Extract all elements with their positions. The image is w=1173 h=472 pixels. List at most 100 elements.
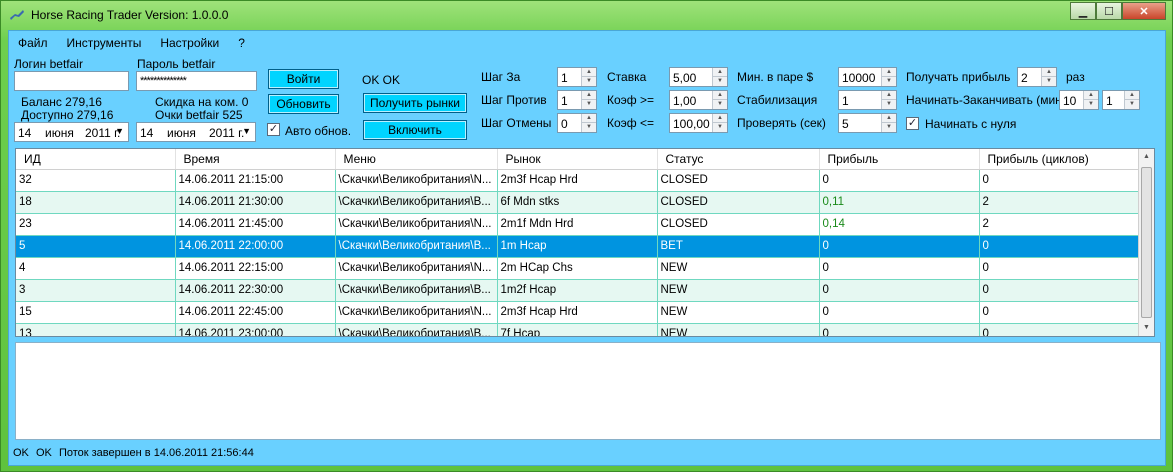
- step-cancel-spinner[interactable]: 0 ▲ ▼: [557, 113, 597, 133]
- menu-file[interactable]: Файл: [9, 33, 58, 53]
- start-spinner[interactable]: 10 ▲ ▼: [1059, 90, 1099, 110]
- spin-up-icon[interactable]: ▲: [1042, 68, 1056, 77]
- scroll-down-icon[interactable]: ▼: [1139, 320, 1154, 336]
- menu-settings[interactable]: Настройки: [151, 33, 229, 53]
- column-header-profit-cycles[interactable]: Прибыль (циклов): [979, 149, 1141, 170]
- cell-profit: 0: [819, 301, 980, 324]
- spin-up-icon[interactable]: ▲: [882, 68, 896, 77]
- spin-down-icon[interactable]: ▼: [713, 123, 727, 132]
- scroll-thumb[interactable]: [1141, 167, 1152, 318]
- client-area: Файл Инструменты Настройки ? Логин betfa…: [8, 30, 1166, 466]
- end-spinner[interactable]: 1 ▲ ▼: [1102, 90, 1140, 110]
- scroll-up-icon[interactable]: ▲: [1139, 149, 1154, 165]
- minimize-button[interactable]: ▁: [1070, 2, 1096, 20]
- column-header-market[interactable]: Рынок: [497, 149, 658, 170]
- maximize-button[interactable]: ☐: [1096, 2, 1122, 20]
- get-markets-button[interactable]: Получить рынки: [363, 93, 467, 113]
- login-button[interactable]: Войти: [268, 69, 339, 89]
- cell-id: 3: [16, 279, 176, 302]
- stabilization-spinner[interactable]: 1 ▲ ▼: [838, 90, 897, 110]
- spin-up-icon[interactable]: ▲: [582, 68, 596, 77]
- password-input[interactable]: **************: [136, 71, 257, 91]
- status-message: Поток завершен в 14.06.2011 21:56:44: [58, 447, 254, 459]
- profit-spinner[interactable]: 2 ▲ ▼: [1017, 67, 1057, 87]
- check-spinner[interactable]: 5 ▲ ▼: [838, 113, 897, 133]
- coef-le-spinner[interactable]: 100,00 ▲ ▼: [669, 113, 728, 133]
- column-header-menu[interactable]: Меню: [335, 149, 498, 170]
- table-row[interactable]: 23 14.06.2011 21:45:00 \Скачки\Великобрита…: [16, 213, 1141, 236]
- spin-down-icon[interactable]: ▼: [713, 100, 727, 109]
- cell-status: NEW: [657, 257, 820, 280]
- connection-status: OK OK: [362, 73, 401, 87]
- cell-time: 14.06.2011 23:00:00: [175, 323, 336, 336]
- spin-up-icon[interactable]: ▲: [713, 68, 727, 77]
- cell-profit-cycles: 0: [979, 279, 1141, 302]
- spin-down-icon[interactable]: ▼: [713, 77, 727, 86]
- chevron-down-icon[interactable]: ▼: [115, 126, 124, 136]
- close-button[interactable]: ✕: [1122, 2, 1166, 20]
- menu-bar: Файл Инструменты Настройки ?: [9, 33, 255, 53]
- date-month: июня: [45, 126, 74, 140]
- coef-ge-value: 1,00: [673, 94, 697, 108]
- stake-spinner[interactable]: 5,00 ▲ ▼: [669, 67, 728, 87]
- refresh-button[interactable]: Обновить: [268, 94, 339, 114]
- cell-id: 5: [16, 235, 176, 258]
- cell-time: 14.06.2011 21:15:00: [175, 169, 336, 192]
- spin-up-icon[interactable]: ▲: [713, 114, 727, 123]
- chevron-down-icon[interactable]: ▼: [242, 126, 251, 136]
- spin-down-icon[interactable]: ▼: [882, 123, 896, 132]
- column-header-status[interactable]: Статус: [657, 149, 820, 170]
- table-row[interactable]: 15 14.06.2011 22:45:00 \Скачки\Великобрита…: [16, 301, 1141, 324]
- table-row[interactable]: 3 14.06.2011 22:30:00 \Скачки\Великобритан…: [16, 279, 1141, 302]
- spin-up-icon[interactable]: ▲: [582, 91, 596, 100]
- spin-down-icon[interactable]: ▼: [1084, 100, 1098, 109]
- login-input[interactable]: [14, 71, 129, 91]
- table-row[interactable]: 13 14.06.2011 23:00:00 \Скачки\Великобрита…: [16, 323, 1141, 336]
- spin-down-icon[interactable]: ▼: [882, 77, 896, 86]
- cell-id: 13: [16, 323, 176, 336]
- table-row[interactable]: 18 14.06.2011 21:30:00 \Скачки\Великобрита…: [16, 191, 1141, 214]
- cell-profit: 0: [819, 279, 980, 302]
- spin-up-icon[interactable]: ▲: [582, 114, 596, 123]
- spin-down-icon[interactable]: ▼: [582, 100, 596, 109]
- spin-down-icon[interactable]: ▼: [882, 100, 896, 109]
- coef-ge-spinner[interactable]: 1,00 ▲ ▼: [669, 90, 728, 110]
- cell-market: 2m3f Hcap Hrd: [497, 169, 658, 192]
- cell-market: 1m Hcap: [497, 235, 658, 258]
- spin-up-icon[interactable]: ▲: [1125, 91, 1139, 100]
- points-text: Очки betfair 525: [155, 108, 243, 122]
- spin-up-icon[interactable]: ▲: [713, 91, 727, 100]
- table-row[interactable]: 4 14.06.2011 22:15:00 \Скачки\Великобритан…: [16, 257, 1141, 280]
- column-header-id[interactable]: ИД: [16, 149, 176, 170]
- available-text: Доступно 279,16: [21, 108, 114, 122]
- menu-help[interactable]: ?: [229, 33, 255, 53]
- step-for-spinner[interactable]: 1 ▲ ▼: [557, 67, 597, 87]
- menu-tools[interactable]: Инструменты: [58, 33, 152, 53]
- table-scrollbar[interactable]: ▲ ▼: [1138, 149, 1154, 336]
- spin-down-icon[interactable]: ▼: [582, 77, 596, 86]
- spin-down-icon[interactable]: ▼: [1042, 77, 1056, 86]
- spin-up-icon[interactable]: ▲: [882, 114, 896, 123]
- cell-status: NEW: [657, 323, 820, 336]
- date-picker-from[interactable]: 14 июня 2011 г. ▼: [14, 122, 129, 142]
- table-row[interactable]: 5 14.06.2011 22:00:00 \Скачки\Великобритан…: [16, 235, 1141, 258]
- step-for-label: Шаг За: [481, 70, 521, 84]
- spin-up-icon[interactable]: ▲: [1084, 91, 1098, 100]
- column-header-profit[interactable]: Прибыль: [819, 149, 980, 170]
- cell-profit: 0: [819, 235, 980, 258]
- min-pair-spinner[interactable]: 10000 ▲ ▼: [838, 67, 897, 87]
- spin-down-icon[interactable]: ▼: [1125, 100, 1139, 109]
- cell-profit: 0: [819, 257, 980, 280]
- date-picker-to[interactable]: 14 июня 2011 г. ▼: [136, 122, 256, 142]
- from-zero-checkbox[interactable]: ✓: [906, 117, 919, 130]
- auto-refresh-checkbox[interactable]: ✓: [267, 123, 280, 136]
- window-title: Horse Racing Trader Version: 1.0.0.0: [31, 8, 229, 22]
- cell-status: BET: [657, 235, 820, 258]
- enable-button[interactable]: Включить: [363, 120, 467, 140]
- spin-up-icon[interactable]: ▲: [882, 91, 896, 100]
- table-row[interactable]: 32 14.06.2011 21:15:00 \Скачки\Великобрита…: [16, 169, 1141, 192]
- spin-down-icon[interactable]: ▼: [582, 123, 596, 132]
- column-header-time[interactable]: Время: [175, 149, 336, 170]
- log-textarea[interactable]: [15, 342, 1161, 440]
- step-against-spinner[interactable]: 1 ▲ ▼: [557, 90, 597, 110]
